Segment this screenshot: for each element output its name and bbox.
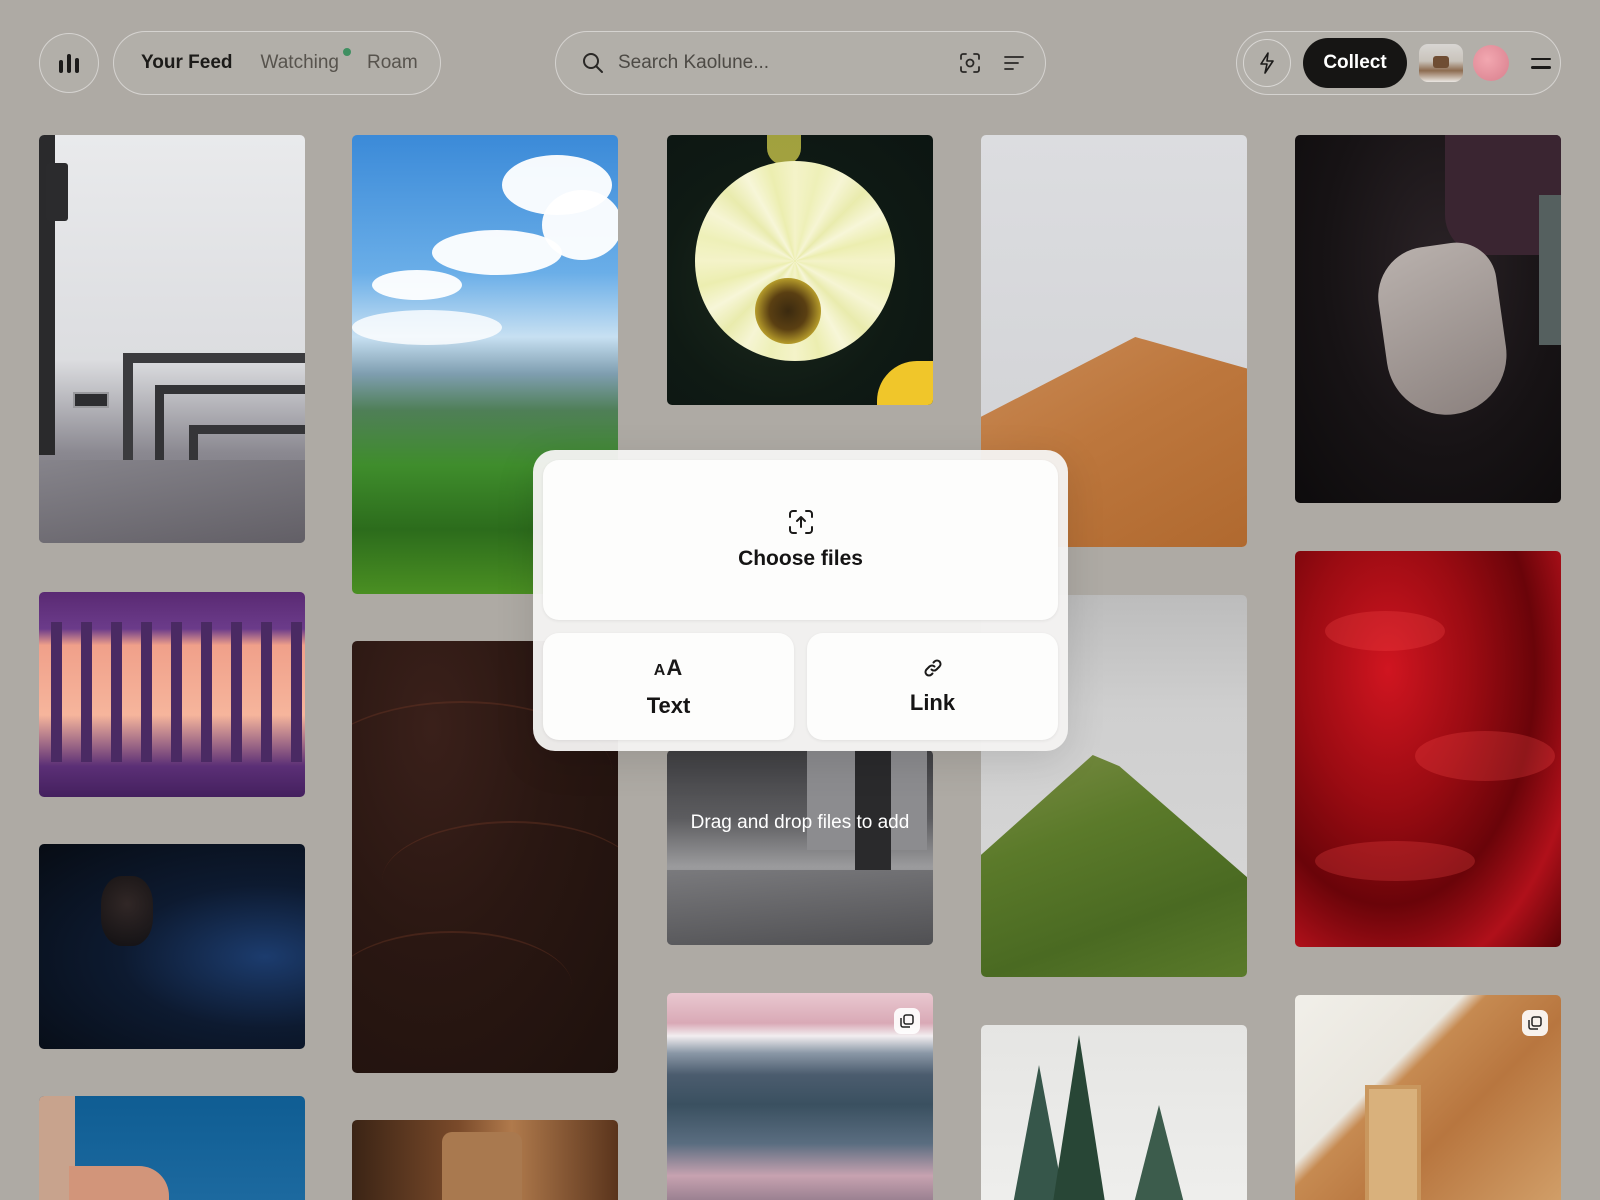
image-tile[interactable] bbox=[352, 1120, 618, 1200]
copy-stack-icon bbox=[894, 1008, 920, 1034]
tab-watching[interactable]: Watching bbox=[260, 48, 351, 74]
sort-lines-icon[interactable] bbox=[1003, 54, 1025, 72]
lightning-bolt-icon bbox=[1260, 52, 1274, 74]
tab-watching-label: Watching bbox=[260, 52, 340, 73]
watching-notification-dot bbox=[343, 48, 351, 56]
image-tile[interactable] bbox=[667, 993, 933, 1200]
search-icon bbox=[583, 53, 603, 73]
image-tile[interactable] bbox=[39, 135, 305, 543]
image-tile[interactable] bbox=[1295, 551, 1561, 947]
image-tile[interactable]: Drag and drop files to add bbox=[667, 750, 933, 945]
add-text-button[interactable]: AA Text bbox=[543, 633, 794, 740]
drop-hint: Drag and drop files to add bbox=[690, 812, 910, 833]
text-label: Text bbox=[646, 692, 691, 718]
tab-your-feed[interactable]: Your Feed bbox=[141, 52, 233, 74]
chain-link-icon bbox=[923, 658, 942, 677]
image-tile[interactable] bbox=[39, 844, 305, 1049]
add-content-modal: Choose files AA Text Link bbox=[533, 450, 1068, 751]
hamburger-icon[interactable] bbox=[1531, 57, 1551, 69]
collect-button[interactable]: Collect bbox=[1303, 38, 1407, 88]
image-tile[interactable] bbox=[1295, 995, 1561, 1200]
add-link-button[interactable]: Link bbox=[807, 633, 1058, 740]
bar-chart-icon bbox=[59, 54, 79, 73]
choose-files-label: Choose files bbox=[738, 547, 863, 570]
image-tile[interactable] bbox=[39, 592, 305, 797]
image-tile[interactable] bbox=[667, 135, 933, 405]
search-tools bbox=[959, 52, 1025, 74]
upload-scan-icon bbox=[788, 510, 813, 534]
image-tile[interactable] bbox=[1295, 135, 1561, 503]
search-input[interactable] bbox=[618, 52, 938, 74]
choose-files-button[interactable]: Choose files bbox=[543, 460, 1058, 620]
font-size-icon: AA bbox=[653, 654, 684, 680]
user-controls: Collect bbox=[1236, 31, 1561, 95]
feed-nav: Your Feed Watching Roam bbox=[113, 31, 441, 95]
top-bar: Your Feed Watching Roam Search Kaolune..… bbox=[0, 0, 1600, 128]
scan-icon[interactable] bbox=[959, 52, 981, 74]
collection-thumbnail[interactable] bbox=[1419, 44, 1463, 82]
image-tile[interactable] bbox=[39, 1096, 305, 1200]
logo-button[interactable] bbox=[39, 33, 99, 93]
search-bar bbox=[555, 31, 1046, 95]
activity-button[interactable] bbox=[1243, 39, 1291, 87]
link-label: Link bbox=[909, 689, 956, 715]
tab-roam[interactable]: Roam bbox=[367, 52, 418, 74]
avatar[interactable] bbox=[1473, 45, 1509, 81]
image-tile[interactable] bbox=[981, 1025, 1247, 1200]
copy-stack-icon bbox=[1522, 1010, 1548, 1036]
